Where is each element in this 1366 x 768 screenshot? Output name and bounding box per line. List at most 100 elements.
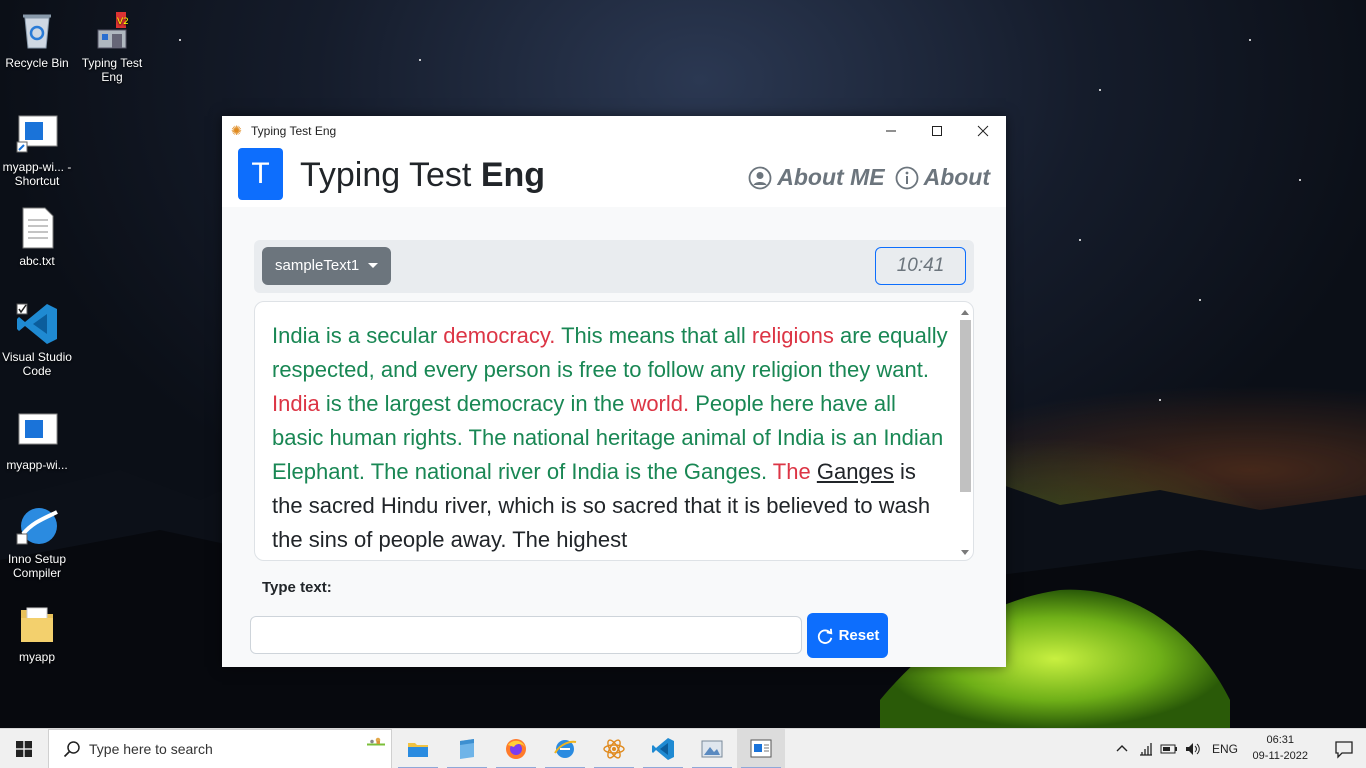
vscode-icon — [15, 302, 59, 346]
passage-word: all — [873, 391, 896, 416]
taskbar-file-explorer[interactable] — [394, 729, 442, 768]
desktop-icon-inno-setup[interactable]: Inno Setup Compiler — [0, 504, 74, 580]
taskbar-clock[interactable]: 06:31 09-11-2022 — [1253, 732, 1308, 764]
passage-word: believed — [766, 493, 849, 518]
window-titlebar[interactable]: ✺ Typing Test Eng — [222, 116, 1006, 146]
passage-word: Indian — [883, 425, 944, 450]
passage-word: is — [560, 493, 577, 518]
type-text-label: Type text: — [262, 579, 332, 596]
firefox-icon — [506, 739, 526, 759]
app-navbar: T Typing Test Eng About ME About — [222, 146, 1006, 207]
taskbar-notepad[interactable] — [443, 729, 491, 768]
app-window-icon — [15, 410, 59, 454]
control-bar: sampleText1 10:41 — [254, 240, 974, 293]
passage-word: they — [828, 357, 871, 382]
desktop-icon-recycle-bin[interactable]: Recycle Bin — [0, 8, 74, 70]
passage-word: People — [695, 391, 764, 416]
passage-word: India — [776, 425, 825, 450]
passage-word: is — [830, 425, 847, 450]
passage-word: Ganges — [816, 459, 894, 484]
nav-about-me[interactable]: About ME — [748, 164, 885, 191]
passage-word: a — [347, 323, 361, 348]
passage-word: in — [570, 391, 588, 416]
taskbar-ie[interactable] — [541, 729, 589, 768]
search-placeholder: Type here to search — [89, 741, 213, 757]
file-explorer-icon — [408, 743, 428, 757]
passage-word: every — [423, 357, 478, 382]
passage-word: any — [709, 357, 746, 382]
search-highlight-art-icon — [367, 737, 385, 746]
passage-word: to — [623, 357, 642, 382]
desktop-icon-label: myapp-wi... — [6, 458, 68, 472]
passage-word: national — [414, 459, 492, 484]
close-button[interactable] — [960, 116, 1006, 146]
desktop-icon-vscode[interactable]: Visual Studio Code — [0, 302, 74, 378]
notification-center-icon[interactable] — [1334, 739, 1354, 759]
caret-down-icon — [368, 263, 379, 268]
app-window: ✺ Typing Test Eng T Typing Test Eng Abou… — [222, 116, 1006, 667]
scroll-down-icon[interactable] — [961, 550, 969, 555]
passage-word: river, — [444, 493, 493, 518]
desktop-icon-myapp-shortcut[interactable]: myapp-wi... - Shortcut — [0, 112, 74, 188]
passage-word: sacred — [308, 493, 375, 518]
passage-scrollbar[interactable] — [958, 306, 971, 558]
network-icon[interactable] — [1138, 741, 1154, 757]
passage-word: The — [370, 459, 409, 484]
typing-input[interactable] — [250, 616, 802, 654]
sample-text-dropdown[interactable]: sampleText1 — [262, 247, 392, 285]
passage-word: which — [498, 493, 555, 518]
volume-icon[interactable] — [1184, 741, 1202, 757]
passage-word: democracy. — [443, 323, 556, 348]
taskbar-react-app[interactable] — [590, 729, 638, 768]
passage-word: the — [272, 493, 303, 518]
chevron-up-icon[interactable] — [1114, 741, 1130, 757]
passage-word: is — [325, 391, 342, 416]
brand-title-part1: Typing Test — [300, 156, 472, 194]
minimize-button[interactable] — [868, 116, 914, 146]
taskbar-vscode[interactable] — [639, 729, 687, 768]
passage-word: India — [571, 459, 620, 484]
search-icon — [63, 741, 80, 758]
language-indicator[interactable]: ENG — [1212, 742, 1238, 756]
passage-word: rights. — [402, 425, 463, 450]
passage-word: of — [353, 527, 373, 552]
taskbar-app-window[interactable] — [737, 729, 785, 768]
desktop-icon-myapp-exe[interactable]: myapp-wi... — [0, 410, 74, 472]
scroll-up-icon[interactable] — [961, 310, 969, 315]
nav-about[interactable]: About — [895, 164, 990, 191]
passage-panel: India is a secular democracy. This means… — [254, 301, 974, 561]
reset-button[interactable]: Reset — [807, 613, 888, 658]
passage-word: that — [680, 323, 718, 348]
passage-word: and — [380, 357, 418, 382]
clock-date: 09-11-2022 — [1252, 750, 1308, 762]
nav-links: About ME About — [748, 164, 990, 191]
desktop-icon-myapp-folder[interactable]: myapp — [0, 602, 74, 664]
window-title: Typing Test Eng — [251, 124, 337, 138]
passage-word: world. — [630, 391, 690, 416]
desktop-icon-typing-test[interactable]: V2 Typing Test Eng — [75, 8, 149, 84]
passage-word: India — [272, 323, 320, 348]
app-window-icon — [15, 112, 59, 156]
passage-word: so — [582, 493, 606, 518]
maximize-button[interactable] — [914, 116, 960, 146]
passage-word: highest — [556, 527, 628, 552]
notepad-icon — [460, 739, 474, 759]
timer-display: 10:41 — [875, 247, 966, 285]
battery-icon[interactable] — [1160, 741, 1178, 757]
passage-word: follow — [647, 357, 704, 382]
passage-word: national — [512, 425, 590, 450]
taskbar-image-viewer[interactable] — [688, 729, 736, 768]
taskbar-firefox[interactable] — [492, 729, 540, 768]
passage-word: free — [579, 357, 617, 382]
brand-logo[interactable]: T — [238, 148, 283, 200]
passage-word: democracy — [456, 391, 565, 416]
taskbar-search[interactable]: Type here to search — [48, 729, 392, 768]
passage-word: have — [820, 391, 868, 416]
passage-word: The — [772, 459, 811, 484]
scrollbar-thumb[interactable] — [960, 320, 971, 492]
start-button[interactable] — [0, 729, 48, 768]
brand-title[interactable]: Typing Test Eng — [300, 156, 545, 195]
passage-word: Elephant. — [272, 459, 365, 484]
desktop-icon-abc-txt[interactable]: abc.txt — [0, 206, 74, 268]
svg-text:V2: V2 — [117, 17, 129, 27]
